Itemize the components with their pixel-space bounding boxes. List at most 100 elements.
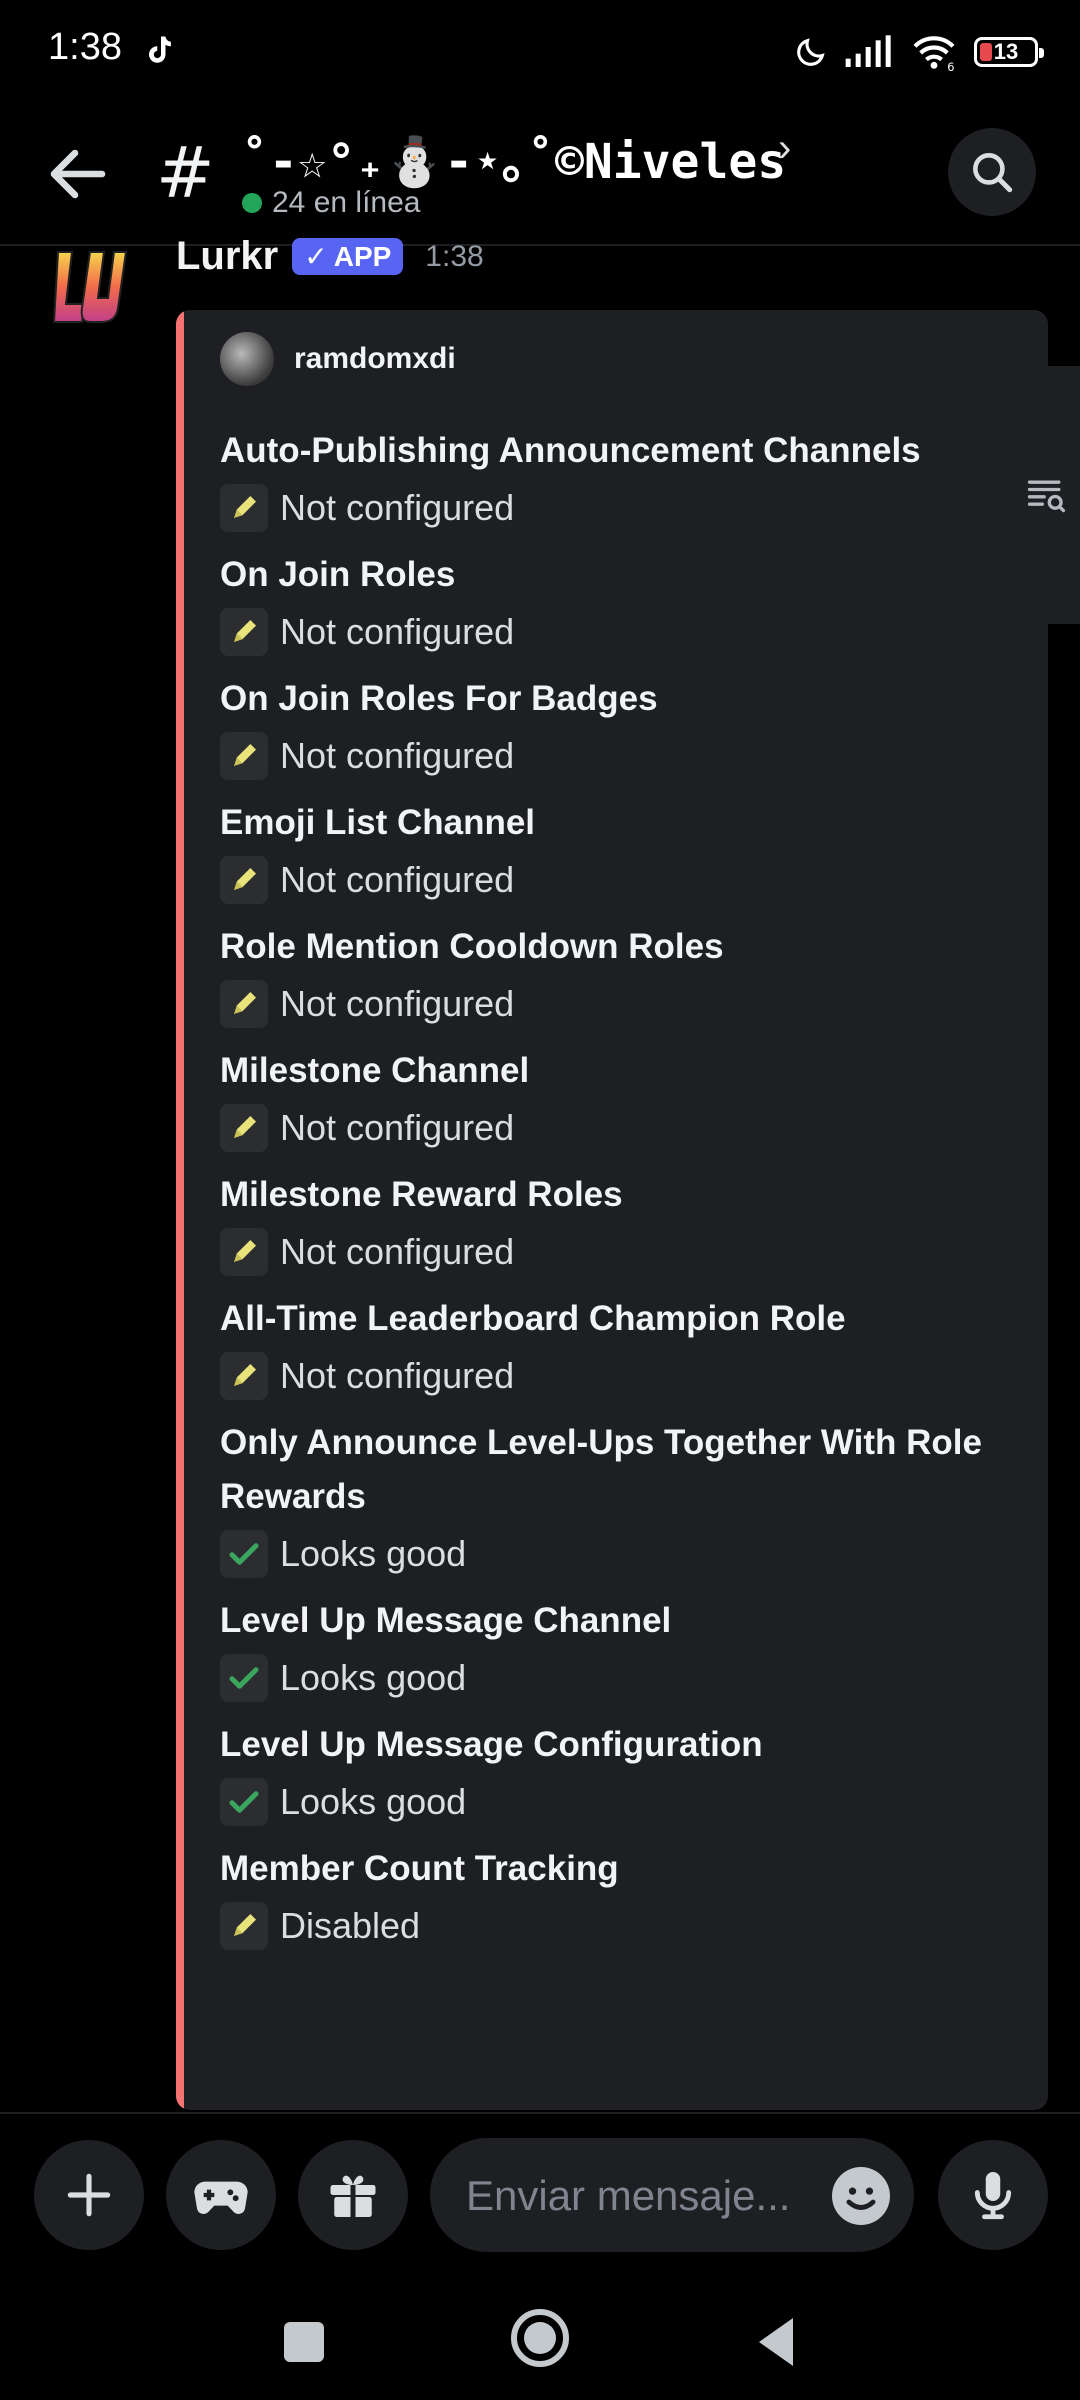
embed-field: On Join Roles Not configured — [220, 548, 1040, 662]
embed-field: Emoji List Channel Not configured — [220, 796, 1040, 910]
add-button[interactable] — [34, 2140, 144, 2250]
app-badge-label: APP — [333, 240, 392, 272]
field-name: All-Time Leaderboard Champion Role — [220, 1299, 846, 1338]
message-header: Lurkr ✓ APP 1:38 — [176, 234, 484, 279]
status-emoji — [220, 1654, 268, 1702]
status-emoji — [220, 980, 268, 1028]
field-value: Looks good — [220, 1772, 1040, 1832]
pencil-icon — [234, 619, 257, 642]
embed-field: Member Count Tracking Disabled — [220, 1842, 1040, 1956]
gift-button[interactable] — [298, 2140, 408, 2250]
field-value-text: Looks good — [280, 1533, 467, 1574]
embed-author-name: ramdomxdi — [294, 342, 456, 375]
field-name: Only Announce Level-Ups Together With Ro… — [220, 1423, 982, 1516]
field-value-text: Not configured — [280, 983, 515, 1024]
channel-hash-icon: # — [156, 132, 215, 214]
online-text: 24 en línea — [272, 186, 421, 219]
pencil-icon — [234, 1239, 257, 1262]
smiley-icon — [846, 2187, 876, 2210]
embed: ramdomxdi Auto-Publishing Announcement C… — [176, 310, 1048, 2110]
embed-author: ramdomxdi — [220, 332, 456, 386]
field-value-text: Disabled — [280, 1905, 421, 1946]
status-emoji — [220, 1352, 268, 1400]
field-value-text: Looks good — [280, 1781, 467, 1822]
status-emoji — [220, 1104, 268, 1152]
svg-text:6: 6 — [947, 60, 954, 71]
field-value: Not configured — [220, 850, 1040, 910]
author-name[interactable]: Lurkr — [176, 234, 278, 279]
emoji-button[interactable] — [832, 2167, 890, 2225]
channel-name[interactable]: ˚-☆°₊⛄-⋆｡˚©Niveles — [240, 122, 786, 192]
threads-side-tab[interactable] — [1012, 366, 1080, 624]
message-input[interactable] — [464, 2138, 828, 2254]
pencil-icon — [234, 991, 257, 1014]
check-mark-icon — [229, 1791, 259, 1813]
field-value-text: Not configured — [280, 1231, 515, 1272]
gift-icon — [330, 2175, 376, 2218]
field-value: Not configured — [220, 1098, 1040, 1158]
timestamp: 1:38 — [425, 239, 484, 273]
message-composer — [0, 2112, 1080, 2282]
embed-field: On Join Roles For Badges Not configured — [220, 672, 1040, 786]
field-value-text: Not configured — [280, 735, 515, 776]
field-value-text: Not configured — [280, 487, 515, 528]
wifi-icon: 6 — [913, 36, 955, 71]
message-input-container[interactable] — [430, 2138, 914, 2254]
embed-field: All-Time Leaderboard Champion Role Not co… — [220, 1292, 1040, 1406]
status-emoji — [220, 484, 268, 532]
moon-icon — [797, 38, 825, 66]
embed-field: Milestone Channel Not configured — [220, 1044, 1040, 1158]
avatar[interactable] — [50, 248, 128, 328]
field-name: Level Up Message Configuration — [220, 1725, 763, 1764]
battery-icon: 13 — [974, 37, 1044, 67]
app-badge: ✓ APP — [292, 238, 404, 275]
channel-header: # ˚-☆°₊⛄-⋆｡˚©Niveles › 24 en línea — [0, 104, 1080, 246]
embed-field: Auto-Publishing Announcement Channels Not… — [220, 424, 1040, 538]
recents-button[interactable] — [280, 2312, 328, 2372]
back-button[interactable] — [42, 138, 114, 210]
status-emoji — [220, 1530, 268, 1578]
field-name: Milestone Channel — [220, 1051, 530, 1090]
status-emoji — [220, 1778, 268, 1826]
embed-field: Role Mention Cooldown Roles Not configure… — [220, 920, 1040, 1034]
status-emoji — [220, 1902, 268, 1950]
list-search-icon — [1027, 480, 1066, 513]
pencil-icon — [234, 1363, 257, 1386]
field-name: Level Up Message Channel — [220, 1601, 672, 1640]
check-mark-icon — [229, 1667, 259, 1689]
pencil-icon — [234, 1115, 257, 1138]
pencil-icon — [234, 743, 257, 766]
field-value: Looks good — [220, 1648, 1040, 1708]
embed-field: Milestone Reward Roles Not configured — [220, 1168, 1040, 1282]
voice-message-button[interactable] — [938, 2140, 1048, 2250]
field-value-text: Not configured — [280, 611, 515, 652]
arrow-left-icon — [50, 149, 106, 199]
field-name: Member Count Tracking — [220, 1849, 619, 1888]
back-nav-button[interactable] — [752, 2312, 802, 2372]
field-value: Not configured — [220, 1222, 1040, 1282]
search-button[interactable] — [948, 128, 1036, 216]
field-value: Not configured — [220, 974, 1040, 1034]
embed-color-bar — [176, 310, 184, 2110]
field-name: Milestone Reward Roles — [220, 1175, 623, 1214]
field-value: Not configured — [220, 726, 1040, 786]
field-name: On Join Roles For Badges — [220, 679, 658, 718]
system-nav-bar — [0, 2282, 1080, 2400]
gamepad-icon — [194, 2181, 248, 2214]
field-value-text: Not configured — [280, 1355, 515, 1396]
status-emoji — [220, 1228, 268, 1276]
field-value: Not configured — [220, 602, 1040, 662]
signal-icon — [845, 35, 891, 67]
home-button[interactable] — [508, 2306, 572, 2370]
pencil-icon — [234, 1913, 257, 1936]
field-value: Not configured — [220, 478, 1040, 538]
search-icon — [973, 153, 1013, 193]
clock: 1:38 — [48, 26, 122, 68]
online-dot — [242, 193, 262, 213]
online-count: 24 en línea — [242, 186, 420, 220]
check-icon: ✓ — [304, 241, 328, 272]
chevron-right-icon[interactable]: › — [778, 126, 791, 171]
field-value-text: Looks good — [280, 1657, 467, 1698]
status-emoji — [220, 608, 268, 656]
activities-button[interactable] — [166, 2140, 276, 2250]
